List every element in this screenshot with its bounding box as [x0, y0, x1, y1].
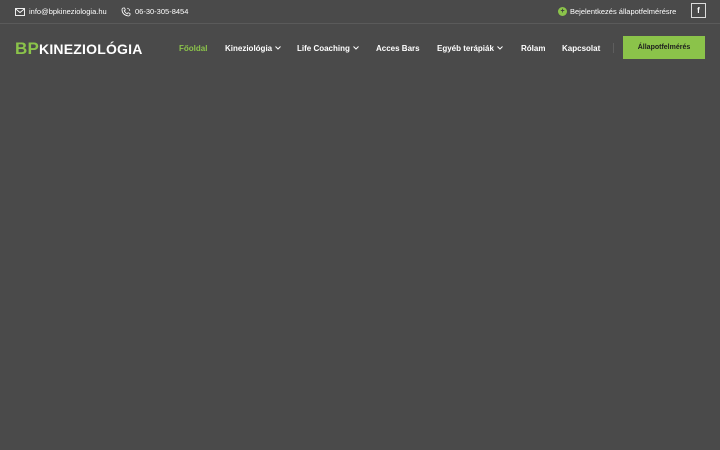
main-header: BP KINEZIOLÓGIA Főoldal Kineziológia Lif… — [0, 24, 720, 72]
facebook-icon: f — [697, 6, 700, 15]
email-text: info@bpkineziologia.hu — [29, 7, 107, 16]
logo-prefix: BP — [15, 39, 40, 58]
nav-item-egyeb-terapiak[interactable]: Egyéb terápiák — [437, 24, 503, 72]
envelope-icon — [15, 7, 25, 16]
nav-item-acces-bars[interactable]: Acces Bars — [376, 24, 420, 72]
booking-text: Bejelentkezés állapotfelmérésre — [570, 7, 677, 16]
nav-item-kapcsolat[interactable]: Kapcsolat — [562, 24, 600, 72]
assessment-button-label: Állapotfelmérés — [637, 44, 691, 51]
hero-area — [0, 72, 720, 450]
plus-circle-icon: + — [558, 7, 567, 16]
site-logo[interactable]: BP KINEZIOLÓGIA — [15, 39, 143, 58]
nav-item-home[interactable]: Főoldal — [179, 24, 207, 72]
nav-label-kapcsolat: Kapcsolat — [562, 43, 601, 53]
booking-link[interactable]: + Bejelentkezés állapotfelmérésre — [558, 0, 676, 23]
phone-text: 06-30-305-8454 — [135, 7, 189, 16]
chevron-down-icon — [353, 46, 359, 50]
facebook-button[interactable]: f — [691, 3, 706, 18]
top-bar: info@bpkineziologia.hu 06-30-305-8454 + … — [0, 0, 720, 24]
nav-label-acces-bars: Acces Bars — [376, 43, 420, 53]
nav-item-rolam[interactable]: Rólam — [521, 24, 545, 72]
phone-icon — [121, 7, 131, 16]
nav-divider — [613, 43, 614, 53]
phone-link[interactable]: 06-30-305-8454 — [121, 0, 188, 23]
chevron-down-icon — [275, 46, 281, 50]
nav-label-life-coaching: Life Coaching — [297, 43, 350, 53]
email-link[interactable]: info@bpkineziologia.hu — [15, 0, 107, 23]
nav-label-kineziologia: Kineziológia — [225, 43, 273, 53]
nav-item-life-coaching[interactable]: Life Coaching — [297, 24, 359, 72]
assessment-button[interactable]: Állapotfelmérés — [623, 36, 705, 59]
nav-label-rolam: Rólam — [521, 43, 546, 53]
nav-label-egyeb-terapiak: Egyéb terápiák — [437, 43, 494, 53]
page: info@bpkineziologia.hu 06-30-305-8454 + … — [0, 0, 720, 450]
chevron-down-icon — [497, 46, 503, 50]
logo-name: KINEZIOLÓGIA — [39, 41, 143, 57]
nav-item-kineziologia[interactable]: Kineziológia — [225, 24, 281, 72]
nav-label-home: Főoldal — [179, 43, 208, 53]
